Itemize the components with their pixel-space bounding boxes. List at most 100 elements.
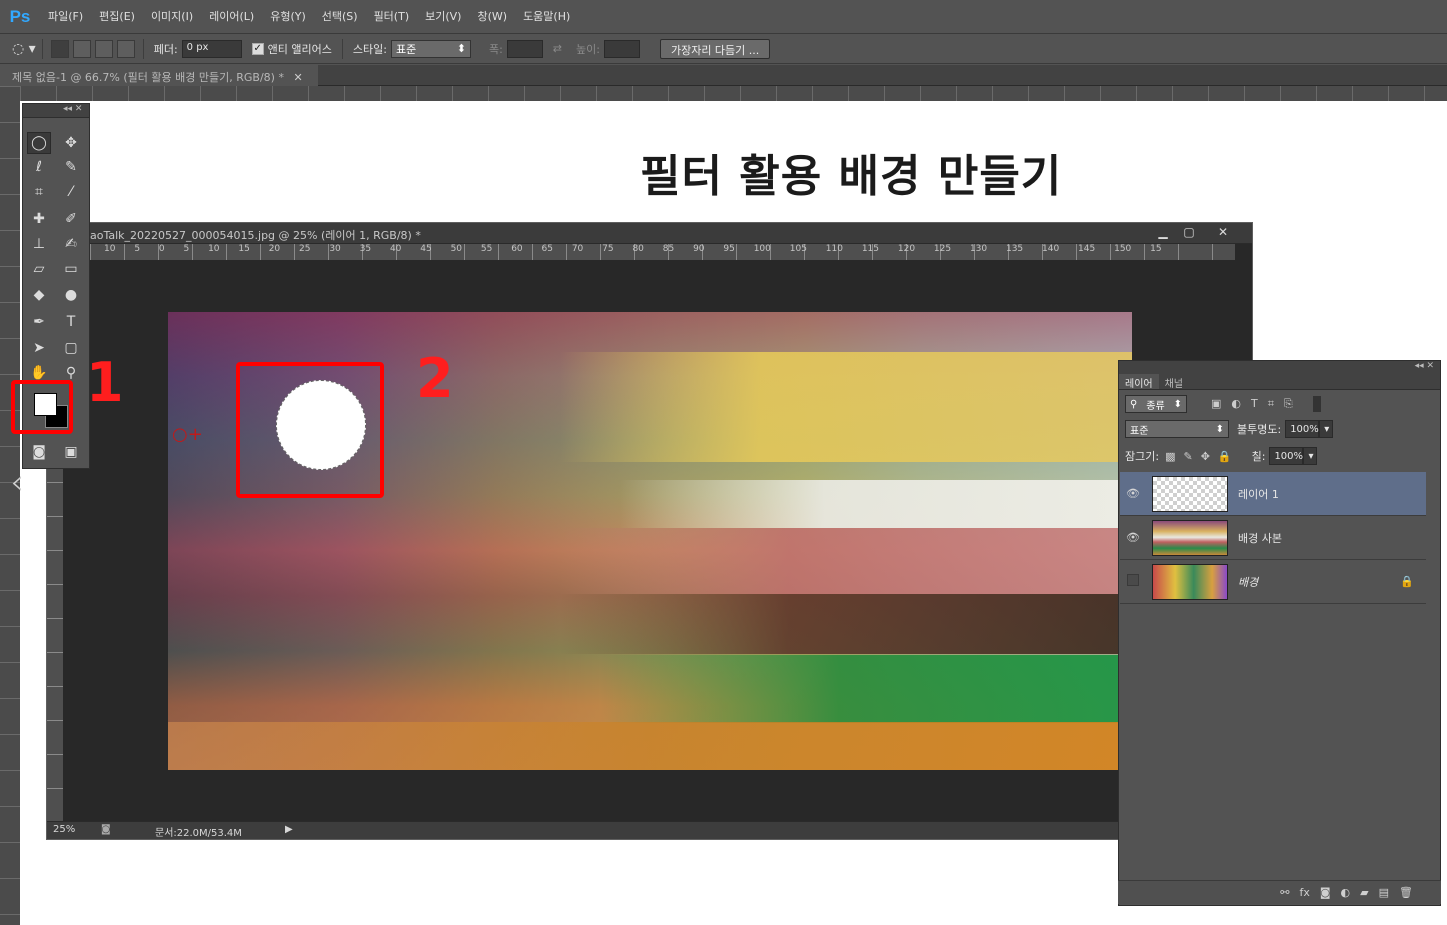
adjustment-icon[interactable]: ◐	[1341, 886, 1351, 899]
quick-mask-icon[interactable]: ◙	[27, 441, 51, 463]
height-input[interactable]	[603, 39, 640, 58]
document-size: 문서:22.0M/53.4M	[155, 828, 242, 839]
fill-input[interactable]: 100%	[1269, 447, 1304, 465]
image-band	[560, 352, 1132, 462]
close-window-icon[interactable]: ✕	[1210, 223, 1236, 241]
layer-row-1[interactable]: 👁 레이어 1	[1120, 472, 1426, 516]
brush-tool-icon[interactable]: ✐	[59, 208, 83, 230]
layer-name: 배경	[1238, 575, 1259, 589]
intersect-selection-icon[interactable]	[116, 39, 135, 58]
filter-icons[interactable]: ▣◐T⌗⎘	[1211, 397, 1303, 411]
maximize-icon[interactable]: ▢	[1176, 223, 1202, 241]
document-tab[interactable]: 제목 없음-1 @ 66.7% (필터 활용 배경 만들기, RGB/8) * …	[0, 65, 318, 86]
shape-tool-icon[interactable]: ▢	[59, 337, 83, 359]
clone-stamp-tool-icon[interactable]: ⊥	[27, 233, 51, 255]
layers-panel-header[interactable]: ◂◂ ✕	[1119, 361, 1440, 374]
status-info-icon[interactable]: ◙	[101, 824, 111, 835]
trash-icon[interactable]: 🗑	[1399, 886, 1413, 899]
layer-filter-value: 종류	[1146, 400, 1165, 412]
separator	[341, 38, 343, 59]
collapse-icon[interactable]: ◂◂ ✕	[63, 104, 82, 114]
tab-channels[interactable]: 채널	[1159, 374, 1189, 390]
path-selection-tool-icon[interactable]: ➤	[27, 337, 51, 359]
lock-icons[interactable]: ▩✎✥🔒	[1165, 450, 1240, 463]
annotation-box-1	[11, 380, 73, 434]
pen-tool-icon[interactable]: ✒	[27, 311, 51, 333]
collapse-icon[interactable]: ◂◂ ✕	[1415, 361, 1434, 371]
tools-panel-header[interactable]: ◂◂ ✕	[23, 104, 89, 118]
add-selection-icon[interactable]	[72, 39, 91, 58]
minimize-icon[interactable]: ▁	[1150, 223, 1176, 241]
blend-mode-select[interactable]: 표준 ⬍	[1125, 420, 1229, 438]
mask-icon[interactable]: ◙	[1320, 886, 1331, 899]
opacity-input[interactable]: 100%	[1285, 420, 1320, 438]
style-select[interactable]: 표준 ⬍	[390, 39, 471, 58]
image-band	[560, 594, 1132, 654]
screen-mode-icon[interactable]: ▣	[59, 441, 83, 463]
feather-label: 페더:	[153, 42, 178, 56]
filter-toggle[interactable]	[1312, 396, 1321, 412]
close-icon[interactable]: ✕	[293, 71, 302, 84]
quick-selection-tool-icon[interactable]: ✎	[59, 156, 83, 178]
refine-edge-button[interactable]: 가장자리 다듬기 ...	[659, 38, 771, 59]
menu-window[interactable]: 창(W)	[469, 0, 515, 33]
chevron-left-icon[interactable]: ‹	[10, 462, 24, 503]
fx-icon[interactable]: fx	[1299, 886, 1309, 899]
menu-view[interactable]: 보기(V)	[417, 0, 469, 33]
image-band	[620, 480, 1132, 528]
opacity-dropdown-icon[interactable]: ▾	[1319, 420, 1334, 438]
layer-name: 레이어 1	[1238, 487, 1279, 501]
swap-icon[interactable]: ⇄	[553, 42, 562, 55]
layer-thumbnail	[1152, 475, 1228, 512]
move-tool-icon[interactable]: ✥	[59, 132, 83, 154]
folder-icon[interactable]: ▰	[1360, 886, 1368, 899]
image-band	[600, 655, 1132, 723]
history-brush-tool-icon[interactable]: ✍	[59, 233, 83, 255]
layer-thumbnail	[1152, 563, 1228, 600]
elliptical-marquee-tool-icon[interactable]: ◯	[27, 132, 51, 154]
menu-type[interactable]: 유형(Y)	[262, 0, 314, 33]
menu-help[interactable]: 도움말(H)	[515, 0, 578, 33]
eye-icon[interactable]: 👁	[1120, 487, 1146, 500]
type-tool-icon[interactable]: T	[59, 311, 83, 333]
healing-brush-tool-icon[interactable]: ✚	[27, 208, 51, 230]
crop-tool-icon[interactable]: ⌗	[27, 181, 51, 203]
layer-row-3[interactable]: 배경 🔒	[1120, 560, 1426, 604]
new-layer-icon[interactable]: ▤	[1379, 886, 1389, 899]
tab-layers[interactable]: 레이어	[1119, 374, 1159, 390]
subtract-selection-icon[interactable]	[94, 39, 113, 58]
link-icon[interactable]: ⚯	[1280, 886, 1289, 899]
menu-layer[interactable]: 레이어(L)	[201, 0, 262, 33]
menu-filter[interactable]: 필터(T)	[366, 0, 418, 33]
antialias-checkbox[interactable]: ✓	[251, 42, 264, 55]
layers-tab-bar: 레이어 채널	[1119, 374, 1440, 390]
annotation-box-2	[236, 362, 384, 498]
feather-input[interactable]: 0 px	[181, 39, 242, 58]
fill-label: 칠:	[1251, 450, 1266, 463]
layer-filter-select[interactable]: ⚲ 종류 ⬍	[1125, 395, 1187, 413]
blur-tool-icon[interactable]: ◆	[27, 284, 51, 306]
new-selection-icon[interactable]	[50, 39, 69, 58]
menu-file[interactable]: 파일(F)	[40, 0, 91, 33]
image-band	[560, 528, 1132, 594]
menu-select[interactable]: 선택(S)	[314, 0, 366, 33]
zoom-level[interactable]: 25%	[53, 824, 75, 835]
blend-row: 표준 ⬍ 불투명도: 100% ▾	[1119, 417, 1440, 441]
lasso-tool-icon[interactable]: ℓ	[27, 156, 51, 178]
visibility-box[interactable]	[1120, 574, 1146, 589]
image-band	[168, 722, 1132, 770]
menu-edit[interactable]: 편집(E)	[91, 0, 143, 33]
width-input[interactable]	[506, 39, 543, 58]
eyedropper-tool-icon[interactable]: ⁄	[59, 181, 83, 203]
menu-bar: Ps 파일(F) 편집(E) 이미지(I) 레이어(L) 유형(Y) 선택(S)…	[0, 0, 1447, 33]
gradient-tool-icon[interactable]: ▭	[59, 258, 83, 280]
eraser-tool-icon[interactable]: ▱	[27, 258, 51, 280]
status-menu-arrow-icon[interactable]: ▶	[285, 824, 293, 835]
elliptical-marquee-preset-icon[interactable]: ◌ ▾	[12, 41, 36, 57]
style-label: 스타일:	[352, 42, 387, 56]
dodge-tool-icon[interactable]: ●	[59, 284, 83, 306]
fill-dropdown-icon[interactable]: ▾	[1303, 447, 1318, 465]
eye-icon[interactable]: 👁	[1120, 531, 1146, 544]
layer-row-2[interactable]: 👁 배경 사본	[1120, 516, 1426, 560]
menu-image[interactable]: 이미지(I)	[143, 0, 201, 33]
